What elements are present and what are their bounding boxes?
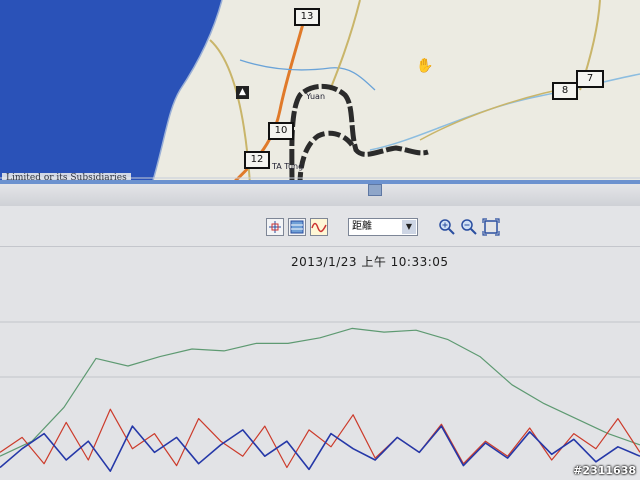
app-window: 13 10 12 8 7 Yuan TA Tung ▲ ✋ Limited or… [0,0,640,480]
axis-mode-value: 距離 [352,221,372,232]
pan-hand-icon: ✋ [416,58,434,74]
watermark-label: #2311638 [573,464,636,477]
road-north [329,0,361,91]
route-shield-12: 12 [244,151,270,169]
route-shield-10: 10 [268,122,294,140]
place-label-tatung: TA Tung [272,162,304,171]
campsite-icon[interactable]: ▲ [236,86,249,99]
route-shield-8: 8 [552,82,578,100]
chart-plot[interactable] [0,247,640,480]
zoom-out-icon [461,219,477,235]
panel-splitter[interactable] [0,184,640,207]
fit-extent-icon [482,218,500,236]
chart-grid [0,321,640,378]
sea-area [0,0,222,184]
route-shield-7: 7 [576,70,604,88]
series-red-line [0,408,640,469]
crosshair-button[interactable] [266,218,284,236]
route-shield-13: 13 [294,8,320,26]
zoom-in-icon [439,219,455,235]
chart-series-layer [0,327,640,472]
series-elevation-line [0,327,640,457]
place-label-yuan: Yuan [306,92,326,101]
chevron-down-icon[interactable]: ▼ [402,220,416,234]
crosshair-icon [269,221,281,233]
fit-extent-button[interactable] [482,218,500,236]
splitter-grip-icon[interactable] [368,184,382,196]
waveform-button[interactable] [310,218,328,236]
map-view[interactable]: 13 10 12 8 7 Yuan TA Tung ▲ ✋ Limited or… [0,0,640,184]
axis-mode-dropdown[interactable]: 距離 ▼ [348,218,418,236]
grid-button[interactable] [288,218,306,236]
zoom-in-button[interactable] [438,218,456,236]
river [239,59,376,91]
zoom-out-button[interactable] [460,218,478,236]
grid-icon [290,220,304,234]
waveform-icon [311,222,327,233]
gps-track-branch [297,130,355,184]
